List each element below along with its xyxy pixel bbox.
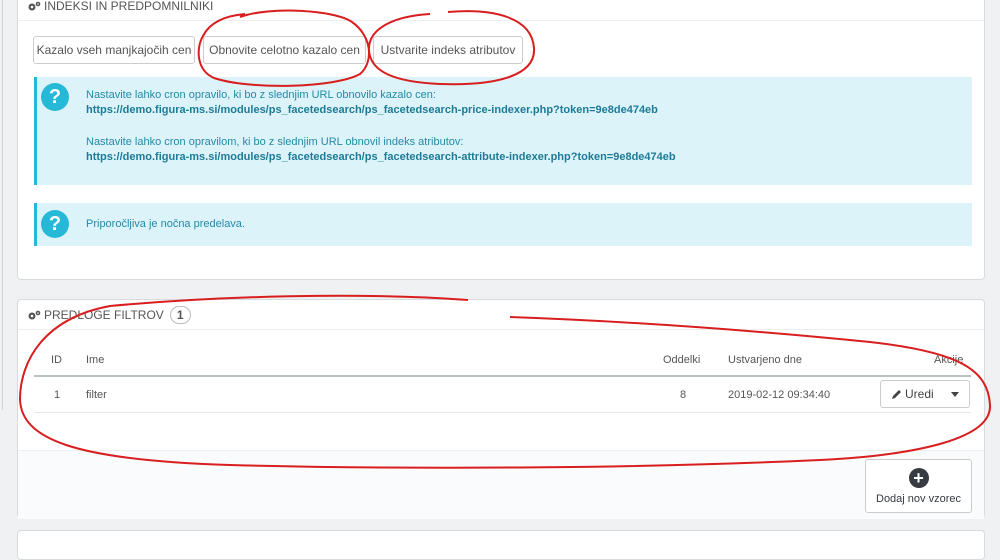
price-cron-text: Nastavite lahko cron opravilo, ki bo z s… — [86, 89, 436, 101]
row-name: filter — [86, 389, 107, 401]
edit-label: Uredi — [905, 387, 934, 401]
attr-cron-text: Nastavite lahko cron opravilom, ki bo z … — [86, 136, 464, 148]
row-created: 2019-02-12 09:34:40 — [728, 389, 831, 401]
recommendation-text: Priporočljiva je nočna predelava. — [86, 218, 245, 230]
build-attribute-index-label: Ustvarite indeks atributov — [380, 43, 516, 57]
next-panel — [17, 530, 985, 560]
question-icon: ? — [41, 83, 69, 111]
add-template-button[interactable]: + Dodaj nov vzorec — [865, 459, 972, 513]
templates-count-badge: 1 — [169, 305, 191, 324]
rebuild-price-index-button[interactable]: Obnovite celotno kazalo cen — [203, 36, 366, 64]
price-cron-url[interactable]: https://demo.figura-ms.si/modules/ps_fac… — [86, 104, 658, 116]
indexes-panel-title: INDEKSI IN PREDPOMNILNIKI — [44, 0, 214, 13]
build-attribute-index-button[interactable]: Ustvarite indeks atributov — [373, 36, 523, 64]
index-missing-prices-button[interactable]: Kazalo vseh manjkajočih cen — [33, 36, 195, 64]
cogs-icon — [28, 1, 41, 10]
rebuild-price-index-label: Obnovite celotno kazalo cen — [209, 43, 360, 57]
templates-panel-title: PREDLOGE FILTROV — [44, 307, 164, 322]
index-missing-prices-label: Kazalo vseh manjkajočih cen — [36, 43, 192, 57]
question-icon: ? — [41, 210, 69, 238]
col-id-header: ID — [51, 354, 62, 366]
caret-down-icon[interactable] — [951, 391, 959, 397]
row-divider — [34, 412, 971, 413]
recommendation-alert: ? Priporočljiva je nočna predelava. — [34, 203, 972, 246]
indexes-panel: INDEKSI IN PREDPOMNILNIKI Kazalo vseh ma… — [17, 0, 985, 280]
edit-dropdown-button[interactable]: Uredi — [880, 380, 970, 408]
panel-footer: + Dodaj nov vzorec — [18, 450, 984, 519]
add-template-label: Dodaj nov vzorec — [876, 492, 961, 505]
row-id: 1 — [54, 389, 61, 401]
plus-circle-icon: + — [908, 467, 929, 488]
pencil-icon — [892, 390, 901, 399]
attr-cron-url[interactable]: https://demo.figura-ms.si/modules/ps_fac… — [86, 151, 676, 163]
row-sections: 8 — [680, 389, 687, 401]
table-header-rule — [34, 375, 971, 377]
col-actions-header: Akcije — [934, 354, 964, 366]
col-created-header: Ustvarjeno dne — [728, 354, 802, 366]
col-sections-header: Oddelki — [663, 354, 701, 366]
cogs-icon — [28, 310, 41, 319]
col-name-header: Ime — [86, 354, 105, 366]
filter-templates-panel: PREDLOGE FILTROV 1 ID Ime Oddelki Ustvar… — [17, 299, 985, 519]
left-divider — [2, 0, 3, 410]
left-gutter — [0, 0, 16, 547]
templates-panel-heading: PREDLOGE FILTROV 1 — [18, 300, 984, 330]
indexes-panel-heading: INDEKSI IN PREDPOMNILNIKI — [18, 0, 984, 21]
cron-info-alert: ? Nastavite lahko cron opravilo, ki bo z… — [34, 77, 972, 185]
